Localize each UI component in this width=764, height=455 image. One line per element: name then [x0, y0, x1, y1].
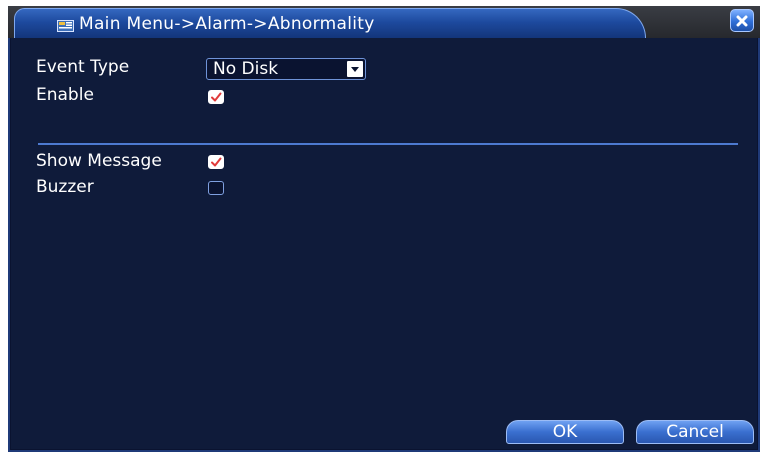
close-icon: [736, 15, 748, 26]
close-button[interactable]: [730, 9, 754, 32]
ok-button[interactable]: OK: [506, 420, 624, 444]
event-type-value: No Disk: [213, 59, 279, 79]
buzzer-label: Buzzer: [36, 177, 94, 197]
check-icon: [211, 92, 222, 102]
menu-folder-icon: [57, 17, 74, 32]
enable-checkbox[interactable]: [208, 90, 224, 104]
event-type-label: Event Type: [36, 57, 130, 77]
show-message-label: Show Message: [36, 151, 162, 171]
show-message-checkbox[interactable]: [208, 155, 224, 169]
title-tab: Main Menu->Alarm->Abnormality: [14, 8, 646, 38]
enable-label: Enable: [36, 85, 94, 105]
event-type-select[interactable]: No Disk: [206, 58, 366, 80]
chevron-down-icon: [347, 61, 363, 77]
buzzer-checkbox[interactable]: [208, 181, 224, 195]
check-icon: [211, 157, 222, 167]
title-bar: Main Menu->Alarm->Abnormality: [8, 6, 760, 38]
cancel-button[interactable]: Cancel: [636, 420, 754, 444]
abnormality-dialog: Main Menu->Alarm->Abnormality Event Type…: [8, 6, 760, 452]
dialog-content: Event Type No Disk Enable Show Message B…: [10, 38, 758, 450]
window-title: Main Menu->Alarm->Abnormality: [79, 13, 375, 34]
section-divider: [38, 143, 738, 145]
